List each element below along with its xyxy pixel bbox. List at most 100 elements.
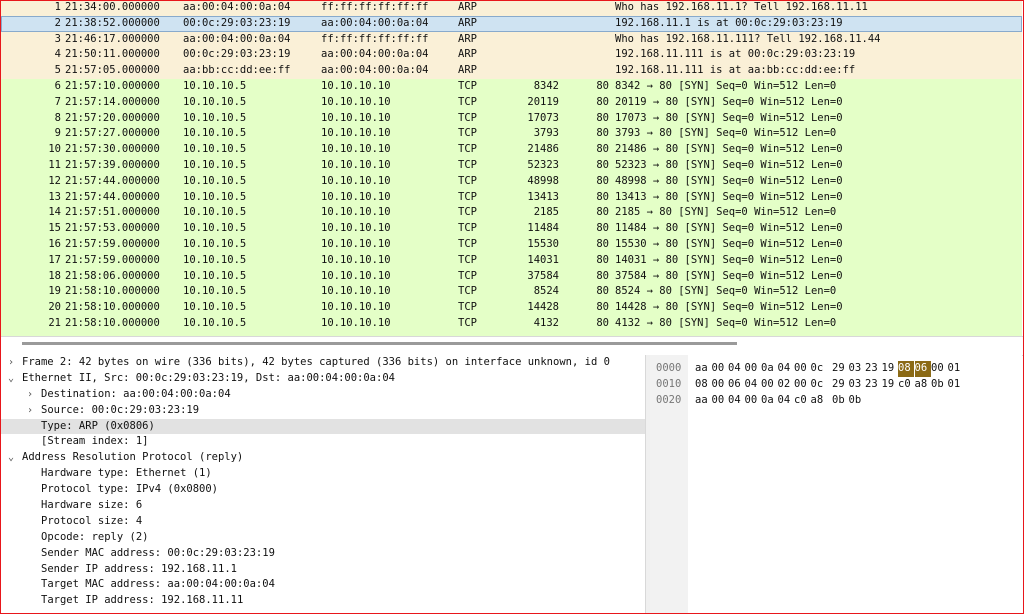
detail-node[interactable]: Hardware size: 6: [1, 498, 645, 514]
detail-node[interactable]: › Frame 2: 42 bytes on wire (336 bits), 4…: [1, 355, 645, 371]
hex-byte[interactable]: 00: [794, 361, 810, 377]
packet-row[interactable]: 7 21:57:14.000000 10.10.10.5 10.10.10.10 TCP…: [1, 94, 1022, 111]
hex-byte[interactable]: 00: [712, 361, 728, 377]
hex-byte[interactable]: c0: [794, 393, 810, 409]
hex-byte[interactable]: 04: [728, 361, 744, 377]
hex-byte[interactable]: 23: [865, 361, 881, 377]
packet-row[interactable]: 13 21:57:44.000000 10.10.10.5 10.10.10.10 TC…: [1, 189, 1022, 206]
hex-byte[interactable]: 23: [865, 377, 881, 393]
hex-byte[interactable]: 0b: [931, 377, 947, 393]
detail-node[interactable]: Type: ARP (0x0806): [1, 418, 645, 435]
hex-byte[interactable]: 00: [712, 393, 728, 409]
hex-byte[interactable]: a8: [811, 393, 827, 409]
hex-byte[interactable]: 0c: [811, 377, 827, 393]
hex-byte[interactable]: 04: [778, 393, 794, 409]
hex-byte[interactable]: 0b: [849, 393, 865, 409]
packet-details-tree[interactable]: › Frame 2: 42 bytes on wire (336 bits), 4…: [1, 355, 645, 613]
chevron-right-icon[interactable]: ›: [24, 387, 36, 403]
packet-row[interactable]: 3 21:46:17.000000 aa:00:04:00:0a:04 ff:ff:f…: [1, 31, 1022, 48]
packet-row[interactable]: 6 21:57:10.000000 10.10.10.5 10.10.10.10 TCP…: [1, 78, 1022, 95]
chevron-down-icon[interactable]: ⌄: [5, 371, 17, 387]
hex-byte[interactable]: 19: [882, 377, 898, 393]
detail-node[interactable]: Protocol type: IPv4 (0x0800): [1, 482, 645, 498]
hex-byte[interactable]: 00: [745, 393, 761, 409]
hex-byte[interactable]: 29: [832, 361, 848, 377]
hex-byte[interactable]: 00: [761, 377, 777, 393]
hex-byte[interactable]: aa: [695, 393, 711, 409]
detail-node[interactable]: [Stream index: 1]: [1, 434, 645, 450]
chevron-right-icon[interactable]: ›: [24, 403, 36, 419]
hex-byte[interactable]: 00: [931, 361, 947, 377]
chevron-right-icon[interactable]: ›: [5, 355, 17, 371]
packet-destination: 10.10.10.10: [321, 316, 391, 329]
packet-destination: 10.10.10.10: [321, 79, 391, 92]
detail-node[interactable]: Target MAC address: aa:00:04:00:0a:04: [1, 577, 645, 593]
scrollbar-thumb[interactable]: [22, 342, 737, 345]
packet-row[interactable]: 21 21:58:10.000000 10.10.10.5 10.10.10.10 TC…: [1, 315, 1022, 332]
hex-byte[interactable]: 01: [948, 377, 964, 393]
hex-byte[interactable]: 04: [728, 393, 744, 409]
packet-row[interactable]: 14 21:57:51.000000 10.10.10.5 10.10.10.10 TC…: [1, 205, 1022, 222]
packet-row[interactable]: 18 21:58:06.000000 10.10.10.5 10.10.10.10 TC…: [1, 268, 1022, 285]
packet-row[interactable]: 15 21:57:53.000000 10.10.10.5 10.10.10.10 TC…: [1, 221, 1022, 237]
hex-byte[interactable]: 00: [712, 377, 728, 393]
hex-byte[interactable]: c0: [898, 377, 914, 393]
packet-row[interactable]: 20 21:58:10.000000 10.10.10.5 10.10.10.10 TC…: [1, 300, 1022, 316]
chevron-down-icon[interactable]: ⌄: [5, 450, 17, 466]
detail-node[interactable]: Protocol size: 4: [1, 514, 645, 530]
packet-protocol: TCP: [458, 127, 477, 140]
packet-source: aa:bb:cc:dd:ee:ff: [183, 64, 291, 77]
packet-row[interactable]: 17 21:57:59.000000 10.10.10.5 10.10.10.10 TC…: [1, 252, 1022, 269]
packet-row[interactable]: 12 21:57:44.000000 10.10.10.5 10.10.10.10 TC…: [1, 173, 1022, 190]
packet-row[interactable]: 5 21:57:05.000000 aa:bb:cc:dd:ee:ff aa:00:0…: [1, 63, 1022, 79]
detail-node[interactable]: Opcode: reply (2): [1, 530, 645, 546]
packet-destination: ff:ff:ff:ff:ff:ff: [321, 32, 429, 45]
horizontal-scrollbar[interactable]: [0, 336, 1024, 356]
packet-bytes-pane[interactable]: 0000 aa 00 04 00 0a 04 00 0c 29 03 23 19 08 06 00 01 0010…: [650, 355, 1022, 613]
hex-byte[interactable]: 00: [745, 361, 761, 377]
hex-byte[interactable]: 03: [849, 361, 865, 377]
detail-node[interactable]: › Destination: aa:00:04:00:0a:04: [1, 387, 645, 403]
packet-row[interactable]: 1 21:34:00.000000 aa:00:04:00:0a:04 ff:ff:f…: [1, 0, 1022, 16]
hex-byte[interactable]: 04: [778, 361, 794, 377]
hex-byte[interactable]: 0b: [832, 393, 848, 409]
packet-destination: 10.10.10.10: [321, 222, 391, 235]
hex-byte[interactable]: 03: [849, 377, 865, 393]
packet-row[interactable]: 2 21:38:52.000000 00:0c:29:03:23:19 aa:00:0…: [1, 15, 1022, 32]
detail-node[interactable]: Target IP address: 192.168.11.11: [1, 593, 645, 609]
hex-byte[interactable]: 29: [832, 377, 848, 393]
packet-time: 21:57:59.000000: [65, 253, 160, 266]
packet-row[interactable]: 16 21:57:59.000000 10.10.10.5 10.10.10.10 TC…: [1, 236, 1022, 253]
packet-protocol: ARP: [458, 48, 477, 61]
packet-row[interactable]: 19 21:58:10.000000 10.10.10.5 10.10.10.10 TC…: [1, 284, 1022, 301]
detail-node[interactable]: › Source: 00:0c:29:03:23:19: [1, 403, 645, 419]
hex-byte[interactable]: 06: [728, 377, 744, 393]
detail-node[interactable]: Hardware type: Ethernet (1): [1, 466, 645, 482]
packet-row[interactable]: 11 21:57:39.000000 10.10.10.5 10.10.10.10 TC…: [1, 157, 1022, 174]
detail-node[interactable]: ⌄ Ethernet II, Src: 00:0c:29:03:23:19, Ds…: [1, 371, 645, 387]
hex-byte[interactable]: aa: [695, 361, 711, 377]
packet-row[interactable]: 8 21:57:20.000000 10.10.10.5 10.10.10.10 TCP…: [1, 110, 1022, 127]
hex-byte[interactable]: 0a: [761, 361, 777, 377]
hex-byte[interactable]: 08: [695, 377, 711, 393]
packet-source-port: 17073: [527, 111, 559, 124]
hex-byte[interactable]: 02: [778, 377, 794, 393]
hex-byte[interactable]: 0c: [811, 361, 827, 377]
packet-row[interactable]: 4 21:50:11.000000 00:0c:29:03:23:19 aa:00:0…: [1, 47, 1022, 64]
packet-row[interactable]: 10 21:57:30.000000 10.10.10.5 10.10.10.10 TC…: [1, 142, 1022, 158]
hex-byte[interactable]: 00: [794, 377, 810, 393]
hex-byte[interactable]: 0a: [761, 393, 777, 409]
detail-node[interactable]: ⌄ Address Resolution Protocol (reply): [1, 450, 645, 466]
detail-node[interactable]: Sender IP address: 192.168.11.1: [1, 562, 645, 578]
hex-byte[interactable]: 06: [914, 361, 931, 377]
hex-byte[interactable]: 04: [745, 377, 761, 393]
packet-row[interactable]: 9 21:57:27.000000 10.10.10.5 10.10.10.10 TCP…: [1, 126, 1022, 143]
packet-source: aa:00:04:00:0a:04: [183, 32, 291, 45]
hex-byte[interactable]: 19: [882, 361, 898, 377]
detail-node[interactable]: Sender MAC address: 00:0c:29:03:23:19: [1, 546, 645, 562]
packet-list[interactable]: 1 21:34:00.000000 aa:00:04:00:0a:04 ff:ff:f…: [1, 0, 1022, 336]
hex-byte[interactable]: a8: [915, 377, 931, 393]
hex-byte[interactable]: 01: [948, 361, 964, 377]
bytes-offset: 0010: [656, 377, 682, 390]
hex-byte[interactable]: 08: [898, 361, 914, 377]
